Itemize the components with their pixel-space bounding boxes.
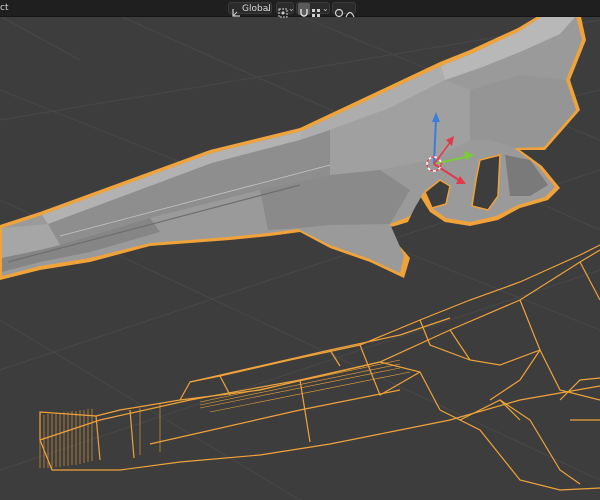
magnet-snap-icon[interactable] [298, 3, 310, 17]
wireframe-barrel-lines [39, 359, 411, 468]
chevron-down-icon: ⌄ [322, 4, 329, 13]
snap-toggle-group[interactable]: ⌄ [296, 2, 330, 17]
3d-viewport[interactable]: ct Global ⌄ ⌄ ⌄ [0, 0, 600, 500]
transform-orientation-dropdown[interactable]: Global ⌄ [228, 2, 272, 17]
pivot-point-dropdown[interactable]: ⌄ [276, 2, 295, 18]
viewport-scene[interactable] [0, 0, 600, 500]
falloff-curve-icon[interactable] [345, 3, 357, 18]
viewport-header: ct Global ⌄ ⌄ ⌄ [0, 0, 600, 18]
solid-gun-model[interactable] [0, 10, 586, 280]
chevron-down-icon: ⌄ [265, 4, 272, 13]
chevron-down-icon: ⌄ [288, 4, 295, 13]
wireframe-gun-model [39, 244, 600, 491]
select-menu-label[interactable]: ct [0, 2, 8, 14]
proportional-editing-group[interactable] [332, 2, 357, 18]
